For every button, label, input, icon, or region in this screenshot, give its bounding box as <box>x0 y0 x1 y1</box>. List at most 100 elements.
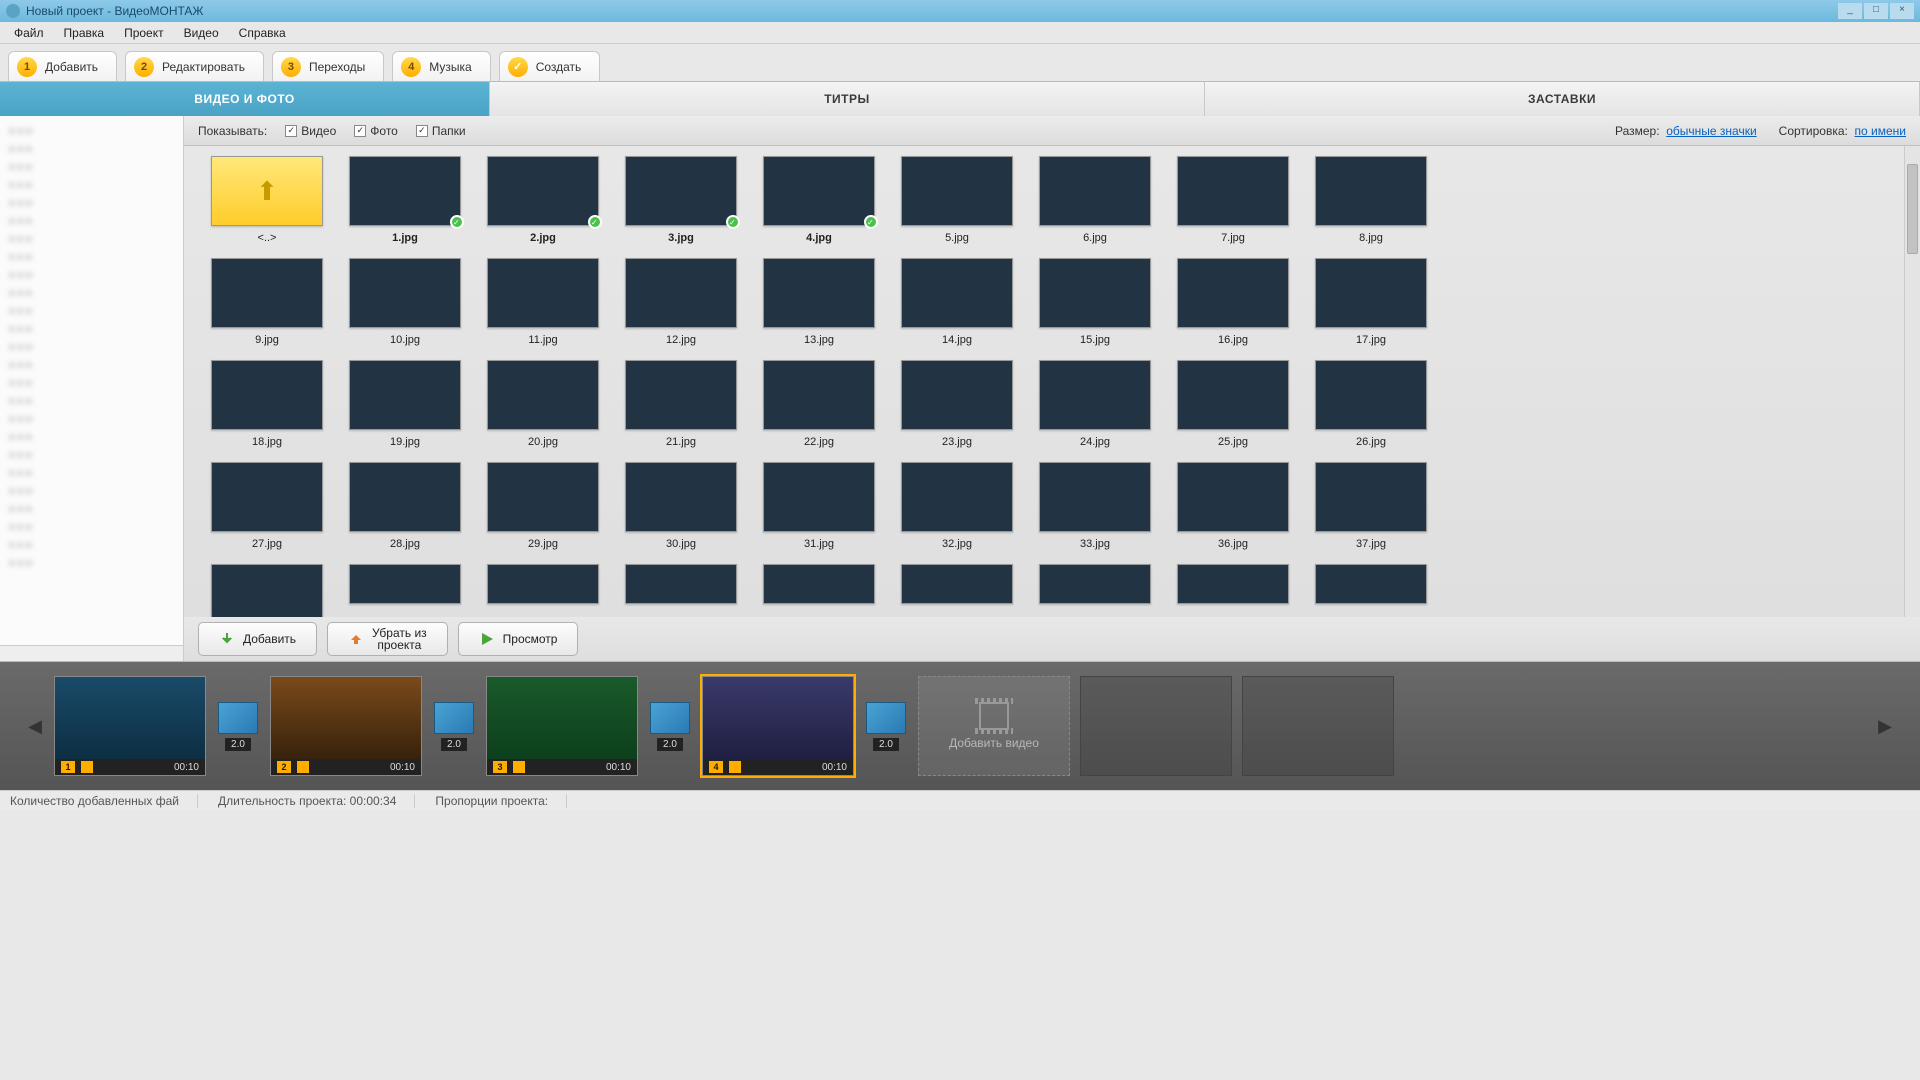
remove-button[interactable]: Убрать из проекта <box>327 622 448 656</box>
thumbnail-label: 5.jpg <box>945 232 969 244</box>
transition-slot[interactable]: 2.0 <box>216 702 260 751</box>
folder-up-icon <box>211 156 323 226</box>
tree-hscroll[interactable] <box>0 645 183 661</box>
thumbnail-item[interactable]: 24.jpg <box>1030 360 1160 458</box>
size-link[interactable]: обычные значки <box>1666 124 1756 138</box>
thumbnail-item[interactable]: 26.jpg <box>1306 360 1436 458</box>
thumbnail-item[interactable]: 32.jpg <box>892 462 1022 560</box>
timeline-clip[interactable]: 100:10 <box>54 676 206 776</box>
thumbnail-item[interactable]: 30.jpg <box>616 462 746 560</box>
thumbnail-image <box>1177 360 1289 430</box>
thumbnail-item[interactable]: 17.jpg <box>1306 258 1436 356</box>
preview-button[interactable]: Просмотр <box>458 622 579 656</box>
edit-icon[interactable] <box>297 761 309 773</box>
thumbnail-item[interactable]: 7.jpg <box>1168 156 1298 254</box>
tab-video-photo[interactable]: ВИДЕО И ФОТО <box>0 82 490 116</box>
thumbnail-item[interactable]: 21.jpg <box>616 360 746 458</box>
step-transitions[interactable]: 3Переходы <box>272 51 384 81</box>
timeline-clip[interactable]: 200:10 <box>270 676 422 776</box>
thumbnail-item[interactable]: 23.jpg <box>892 360 1022 458</box>
add-button[interactable]: Добавить <box>198 622 317 656</box>
thumbnail-item[interactable]: 27.jpg <box>202 462 332 560</box>
thumbnail-item[interactable]: 18.jpg <box>202 360 332 458</box>
step-edit[interactable]: 2Редактировать <box>125 51 264 81</box>
thumbnail-item[interactable] <box>340 564 470 617</box>
thumbnail-item[interactable] <box>478 564 608 617</box>
close-button[interactable]: × <box>1890 3 1914 19</box>
add-video-slot[interactable]: Добавить видео <box>918 676 1070 776</box>
thumbnail-item[interactable]: 36.jpg <box>1168 462 1298 560</box>
add-video-label: Добавить видео <box>949 736 1039 750</box>
step-music[interactable]: 4Музыка <box>392 51 490 81</box>
thumbnail-item[interactable]: 15.jpg <box>1030 258 1160 356</box>
tab-splashes[interactable]: ЗАСТАВКИ <box>1205 82 1920 116</box>
thumbnail-item[interactable] <box>1306 564 1436 617</box>
thumbnail-item[interactable]: 20.jpg <box>478 360 608 458</box>
thumbnail-item[interactable]: 33.jpg <box>1030 462 1160 560</box>
thumbnail-item[interactable]: 13.jpg <box>754 258 884 356</box>
thumbnail-item[interactable] <box>892 564 1022 617</box>
thumbnail-item[interactable]: 38.jpg <box>202 564 332 617</box>
thumbnail-item[interactable]: 10.jpg <box>340 258 470 356</box>
timeline-clip[interactable]: 400:10 <box>702 676 854 776</box>
thumbnail-item[interactable]: <..> <box>202 156 332 254</box>
thumbnail-item[interactable] <box>1168 564 1298 617</box>
edit-icon[interactable] <box>513 761 525 773</box>
step-create[interactable]: ✓Создать <box>499 51 601 81</box>
menu-project[interactable]: Проект <box>114 23 174 43</box>
menu-file[interactable]: Файл <box>4 23 54 43</box>
tab-titles[interactable]: ТИТРЫ <box>490 82 1205 116</box>
thumbnail-item[interactable] <box>1030 564 1160 617</box>
menu-help[interactable]: Справка <box>229 23 296 43</box>
thumbnail-item[interactable]: 29.jpg <box>478 462 608 560</box>
clip-number: 1 <box>61 761 75 773</box>
thumbnail-item[interactable]: 14.jpg <box>892 258 1022 356</box>
thumb-vscroll[interactable] <box>1904 146 1920 617</box>
thumbnail-item[interactable]: 6.jpg <box>1030 156 1160 254</box>
timeline-clip[interactable]: 300:10 <box>486 676 638 776</box>
checkbox-folders[interactable]: ✓Папки <box>416 124 466 138</box>
thumbnail-item[interactable] <box>754 564 884 617</box>
thumbnail-item[interactable]: 11.jpg <box>478 258 608 356</box>
thumbnail-item[interactable]: 25.jpg <box>1168 360 1298 458</box>
menu-video[interactable]: Видео <box>174 23 229 43</box>
step-add[interactable]: 1Добавить <box>8 51 117 81</box>
thumbnail-item[interactable]: 12.jpg <box>616 258 746 356</box>
thumbnail-item[interactable]: 3.jpg <box>616 156 746 254</box>
thumbnail-label: 20.jpg <box>528 436 558 448</box>
selected-badge-icon <box>450 215 464 229</box>
timeline-next[interactable]: ▶ <box>1876 676 1894 776</box>
thumbnail-item[interactable]: 5.jpg <box>892 156 1022 254</box>
thumbnail-item[interactable]: 28.jpg <box>340 462 470 560</box>
thumbnail-item[interactable] <box>616 564 746 617</box>
thumbnail-item[interactable]: 8.jpg <box>1306 156 1436 254</box>
edit-icon[interactable] <box>729 761 741 773</box>
filter-bar: Показывать: ✓Видео ✓Фото ✓Папки Размер: … <box>184 116 1920 146</box>
thumbnail-item[interactable]: 1.jpg <box>340 156 470 254</box>
minimize-button[interactable]: _ <box>1838 3 1862 19</box>
thumbnail-item[interactable]: 4.jpg <box>754 156 884 254</box>
transition-slot[interactable]: 2.0 <box>864 702 908 751</box>
transition-slot[interactable]: 2.0 <box>432 702 476 751</box>
thumbnail-image <box>487 156 599 226</box>
thumbnail-item[interactable]: 16.jpg <box>1168 258 1298 356</box>
maximize-button[interactable]: □ <box>1864 3 1888 19</box>
edit-icon[interactable] <box>81 761 93 773</box>
thumbnail-item[interactable]: 19.jpg <box>340 360 470 458</box>
checkbox-photo[interactable]: ✓Фото <box>354 124 398 138</box>
thumbnail-item[interactable]: 9.jpg <box>202 258 332 356</box>
thumbnail-item[interactable]: 22.jpg <box>754 360 884 458</box>
menu-edit[interactable]: Правка <box>54 23 115 43</box>
thumbnail-item[interactable]: 2.jpg <box>478 156 608 254</box>
thumbnail-image <box>349 156 461 226</box>
sort-link[interactable]: по имени <box>1855 124 1906 138</box>
timeline-prev[interactable]: ◀ <box>26 676 44 776</box>
step-label: Создать <box>536 60 582 74</box>
folder-tree[interactable]: ▸ ▸ ▸▸ ▸ ▸▸ ▸ ▸▸ ▸ ▸▸ ▸ ▸▸ ▸ ▸▸ ▸ ▸▸ ▸ ▸… <box>0 116 184 661</box>
selected-badge-icon <box>588 215 602 229</box>
checkbox-video[interactable]: ✓Видео <box>285 124 336 138</box>
thumbnail-item[interactable]: 37.jpg <box>1306 462 1436 560</box>
thumbnail-item[interactable]: 31.jpg <box>754 462 884 560</box>
transition-slot[interactable]: 2.0 <box>648 702 692 751</box>
action-bar: Добавить Убрать из проекта Просмотр <box>184 617 1920 661</box>
